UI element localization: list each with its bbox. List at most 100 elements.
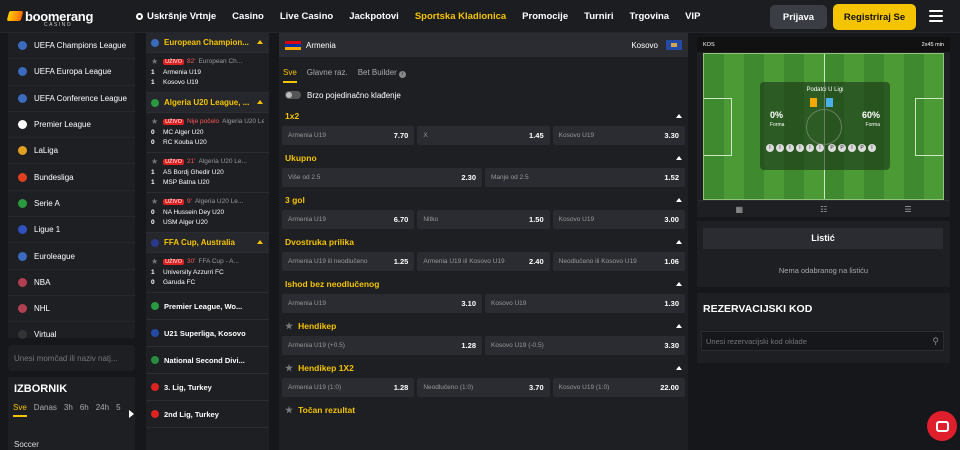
event-group-header[interactable]: European Champion... [146,33,269,53]
other-league-item[interactable]: 2nd Lig, Turkey [146,401,269,428]
team-search[interactable] [8,345,135,371]
chevron-up-icon[interactable] [257,40,263,44]
nav-item[interactable]: Turniri [576,11,621,22]
menu-icon[interactable] [929,10,943,23]
odds-button[interactable]: Kosovo U19 (1:0) 22.00 [552,378,685,397]
sidebar-league-item[interactable]: Premier League [8,112,135,139]
sidebar-league-item[interactable]: UEFA Champions League [8,33,135,60]
nav-item[interactable]: VIP [677,11,708,22]
star-icon[interactable]: ★ [151,157,158,166]
sidebar-league-item[interactable]: UEFA Conference League [8,86,135,112]
event-group-header[interactable]: FFA Cup, Australia [146,233,269,253]
market-header[interactable]: Dvostruka prilika [279,232,688,252]
quick-bet-row[interactable]: Brzo pojedinačno klađenje [279,87,688,103]
odds-button[interactable]: Armenia U19 7.70 [282,126,415,145]
chevron-up-icon[interactable] [257,240,263,244]
market-header[interactable]: Ishod bez neodlučenog [279,274,688,294]
odds-button[interactable]: Kosovo U19 3.00 [552,210,685,229]
team-search-input[interactable] [14,353,129,363]
odds-button[interactable]: Armenia U19 ili neodlučeno 1.25 [282,252,415,271]
nav-item[interactable]: Casino [224,11,272,22]
chevron-up-icon[interactable] [676,114,682,118]
izbornik-tab[interactable]: Danas [34,403,57,417]
star-icon[interactable]: ★ [285,405,293,416]
star-icon[interactable]: ★ [151,257,158,266]
odds-button[interactable]: Neodlučeno (1:0) 3.70 [417,378,550,397]
sidebar-league-item[interactable]: Ligue 1 [8,217,135,244]
info-icon[interactable]: i [398,71,406,78]
list-icon[interactable]: ☰ [904,205,911,214]
izbornik-tab[interactable]: 24h [96,403,109,417]
chevron-up-icon[interactable] [676,156,682,160]
nav-item[interactable]: Promocije [514,11,576,22]
odds-button[interactable]: Armenia U19 (1:0) 1.28 [282,378,415,397]
odds-button[interactable]: Kosovo U19 1.30 [485,294,685,313]
izbornik-tab[interactable]: 3h [64,403,73,417]
market-header[interactable]: ★ Točan rezultat [279,400,688,420]
event-group-header[interactable]: Algeria U20 League, ... [146,93,269,113]
search-icon[interactable]: ⚲ [932,336,939,347]
market-header[interactable]: ★ Hendikep 1X2 [279,358,688,378]
star-icon[interactable]: ★ [151,117,158,126]
market-header[interactable]: 3 gol [279,190,688,210]
brand-logo[interactable]: boomerang CASINO [6,9,128,28]
sidebar-league-item[interactable]: Serie A [8,191,135,218]
chevron-up-icon[interactable] [676,282,682,286]
star-icon[interactable]: ★ [285,363,293,374]
other-league-item[interactable]: National Second Divi... [146,347,269,374]
nav-item[interactable]: Uskršnje Vrtnje [128,11,224,22]
chevron-up-icon[interactable] [676,240,682,244]
sidebar-league-item[interactable]: NHL [8,296,135,323]
chevron-up-icon[interactable] [676,198,682,202]
other-league-item[interactable]: U21 Superliga, Kosovo [146,320,269,347]
chat-button[interactable] [927,411,957,441]
izbornik-tab[interactable]: 6h [80,403,89,417]
market-header[interactable]: 1x2 [279,106,688,126]
odds-button[interactable]: Armenia U19 3.10 [282,294,482,313]
live-match[interactable]: ★ UŽIVONije počeloAlgeria U20 Le... 0 MC Al… [146,113,269,153]
sidebar-league-item[interactable]: NBA [8,270,135,296]
chevron-right-icon[interactable] [129,410,134,418]
sidebar-league-item[interactable]: UEFA Europa League [8,59,135,86]
market-header[interactable]: ★ Hendikep [279,316,688,336]
live-match[interactable]: ★ UŽIVO 9' Algeria U20 Le... 0 NA Hussein Dey… [146,193,269,233]
chevron-up-icon[interactable] [676,366,682,370]
other-league-item[interactable]: Premier League, Wo... [146,293,269,320]
odds-button[interactable]: Kosovo U19 3.30 [552,126,685,145]
market-tab[interactable]: Glavne raz. [307,68,348,87]
market-tab[interactable]: Bet Builder i [358,68,406,87]
izbornik-row[interactable]: Soccer [14,440,39,449]
star-icon[interactable]: ★ [151,57,158,66]
nav-item[interactable]: Jackpotovi [341,11,407,22]
quick-bet-toggle[interactable] [285,91,301,99]
odds-button[interactable]: Armenia U19 (+0.5) 1.28 [282,336,482,355]
odds-button[interactable]: Armenia U19 ili Kosovo U19 2.40 [417,252,550,271]
odds-button[interactable]: X 1.45 [417,126,550,145]
odds-button[interactable]: Više od 2.5 2.30 [282,168,482,187]
odds-button[interactable]: Neodlučeno ili Kosovo U19 1.06 [552,252,685,271]
odds-button[interactable]: Nitko 1.50 [417,210,550,229]
market-tab[interactable]: Sve [283,68,297,83]
reservation-input[interactable] [706,336,933,346]
odds-button[interactable]: Kosovo U19 (-0.5) 3.30 [485,336,685,355]
nav-item[interactable]: Live Casino [272,11,341,22]
odds-button[interactable]: Armenia U19 6.70 [282,210,415,229]
chevron-up-icon[interactable] [676,324,682,328]
nav-item[interactable]: Trgovina [622,11,678,22]
chevron-up-icon[interactable] [257,100,263,104]
login-button[interactable]: Prijava [770,5,827,29]
star-icon[interactable]: ★ [285,321,293,332]
nav-item[interactable]: Sportska Kladionica [407,11,514,22]
reservation-field[interactable]: ⚲ [701,331,944,351]
market-header[interactable]: Ukupno [279,148,688,168]
other-league-item[interactable]: 3. Lig, Turkey [146,374,269,401]
register-button[interactable]: Registriraj Se [833,4,916,30]
lineup-icon[interactable]: ☷ [820,205,827,214]
izbornik-tab[interactable]: Sve [13,403,27,417]
izbornik-tab[interactable]: 5 [116,403,120,417]
live-match[interactable]: ★ UŽIVO 82' European Ch... 1 Armenia U19 1 Koso… [146,53,269,93]
field-view-icon[interactable]: ▦ [736,205,744,214]
sidebar-league-item[interactable]: Euroleague [8,243,135,270]
live-match[interactable]: ★ UŽIVO 30' FFA Cup - A... 1 University Azzur… [146,253,269,293]
live-match[interactable]: ★ UŽIVO 21' Algeria U20 Le... 1 AS Bordj Ghed… [146,153,269,193]
